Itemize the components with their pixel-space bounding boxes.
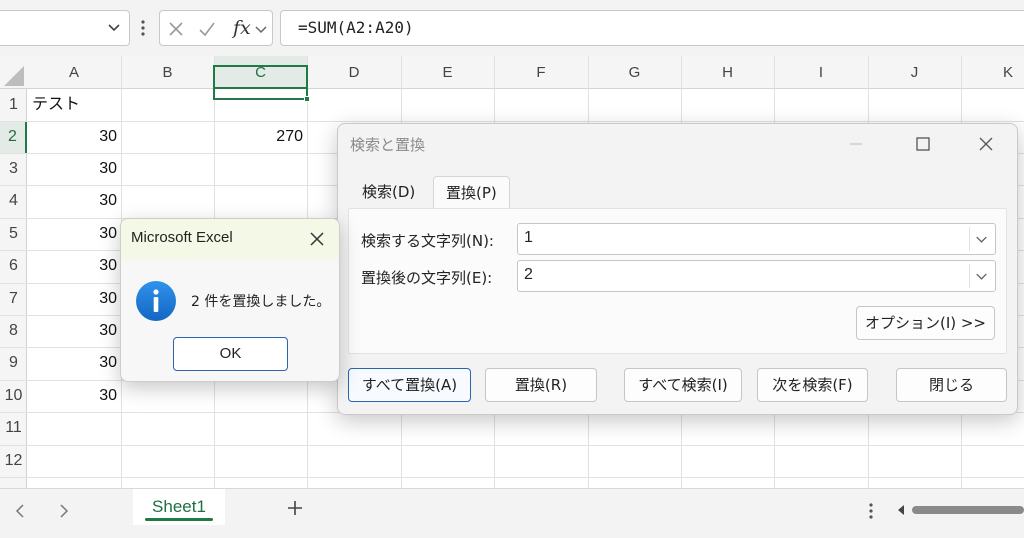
- replace-panel: 検索する文字列(N): 1 置換後の文字列(E): 2 オプション(I) >>: [348, 208, 1007, 354]
- chevron-down-icon[interactable]: [107, 20, 121, 34]
- column-header-a[interactable]: A: [27, 56, 121, 89]
- info-icon: [136, 281, 176, 321]
- replace-with-combobox[interactable]: 2: [517, 260, 996, 292]
- cell-a7[interactable]: 30: [28, 283, 121, 315]
- cell-a4[interactable]: 30: [28, 185, 121, 217]
- row-header-9[interactable]: 9: [0, 347, 27, 379]
- formula-actions: fx: [159, 10, 273, 46]
- cell-a6[interactable]: 30: [28, 250, 121, 282]
- replace-with-value: 2: [524, 266, 533, 283]
- tab-find[interactable]: 検索(D): [350, 176, 427, 208]
- message-text: 2 件を置換しました。: [191, 294, 331, 310]
- find-replace-dialog: 検索と置換 検索(D) 置換(P) 検索する文字列(N): 1 置換後の文字列(…: [337, 123, 1018, 415]
- maximize-icon[interactable]: [909, 130, 937, 158]
- replace-with-label: 置換後の文字列(E):: [361, 269, 493, 287]
- select-all-corner[interactable]: [0, 56, 27, 89]
- row-header-5[interactable]: 5: [0, 218, 27, 250]
- cancel-x-icon[interactable]: [167, 20, 185, 38]
- replace-all-button[interactable]: すべて置換(A): [348, 368, 471, 402]
- column-header-d[interactable]: D: [307, 56, 401, 89]
- scrollbar-thumb[interactable]: [912, 506, 1024, 514]
- row-header-1[interactable]: 1: [0, 89, 27, 121]
- sheet-tab-bar: Sheet1: [0, 488, 1024, 538]
- column-header-g[interactable]: G: [588, 56, 681, 89]
- gridline: [0, 121, 1024, 122]
- find-next-button[interactable]: 次を検索(F): [757, 368, 868, 402]
- message-box-title: Microsoft Excel: [131, 229, 233, 246]
- chevron-right-icon[interactable]: [54, 501, 74, 521]
- scroll-left-icon[interactable]: [896, 504, 906, 516]
- find-what-label: 検索する文字列(N):: [361, 232, 494, 250]
- column-header-k[interactable]: K: [961, 56, 1024, 89]
- close-icon[interactable]: [972, 130, 1000, 158]
- cell-a9[interactable]: 30: [28, 347, 121, 379]
- row-header-7[interactable]: 7: [0, 283, 27, 315]
- row-header-11[interactable]: 11: [0, 412, 27, 444]
- more-vertical-icon[interactable]: [138, 18, 148, 38]
- formula-input[interactable]: =SUM(A2:A20): [280, 10, 1024, 46]
- minimize-icon[interactable]: [842, 130, 870, 158]
- sheet-tab-label: Sheet1: [152, 497, 206, 516]
- cell-a5[interactable]: 30: [28, 218, 121, 250]
- gridline: [0, 477, 1024, 478]
- active-cell-outline: [213, 65, 308, 100]
- gridline: [0, 445, 1024, 446]
- column-header-i[interactable]: I: [774, 56, 868, 89]
- column-header-b[interactable]: B: [121, 56, 214, 89]
- replace-button[interactable]: 置換(R): [485, 368, 597, 402]
- column-header-j[interactable]: J: [868, 56, 961, 89]
- insert-function-icon[interactable]: fx: [233, 17, 251, 39]
- row-header-10[interactable]: 10: [0, 380, 27, 412]
- chevron-left-icon[interactable]: [10, 501, 30, 521]
- cell-a3[interactable]: 30: [28, 153, 121, 185]
- row-header-3[interactable]: 3: [0, 153, 27, 185]
- tab-replace[interactable]: 置換(P): [433, 176, 510, 210]
- fill-handle[interactable]: [304, 96, 310, 102]
- chevron-down-icon[interactable]: [254, 20, 268, 38]
- cell-a1[interactable]: テスト: [28, 89, 121, 121]
- add-sheet-icon[interactable]: [284, 497, 306, 519]
- row-header-12[interactable]: 12: [0, 445, 27, 477]
- find-what-combobox[interactable]: 1: [517, 223, 996, 255]
- formula-bar-area: fx =SUM(A2:A20): [0, 0, 1024, 56]
- ok-button[interactable]: OK: [173, 337, 288, 371]
- active-tab-underline: [145, 518, 213, 521]
- find-what-value: 1: [524, 229, 533, 246]
- chevron-down-icon[interactable]: [969, 227, 993, 251]
- more-vertical-icon[interactable]: [866, 501, 876, 521]
- column-header-e[interactable]: E: [401, 56, 494, 89]
- dialog-title: 検索と置換: [350, 136, 426, 154]
- chevron-down-icon[interactable]: [969, 264, 993, 288]
- cell-a10[interactable]: 30: [28, 380, 121, 412]
- close-icon[interactable]: [307, 229, 327, 249]
- message-box: Microsoft Excel 2 件を置換しました。 OK: [120, 218, 340, 382]
- options-button[interactable]: オプション(I) >>: [856, 306, 995, 340]
- close-button[interactable]: 閉じる: [896, 368, 1007, 402]
- row-header-6[interactable]: 6: [0, 250, 27, 282]
- row-header-8[interactable]: 8: [0, 315, 27, 347]
- enter-check-icon[interactable]: [198, 20, 216, 38]
- sheet-tab-active[interactable]: Sheet1: [133, 489, 225, 525]
- column-header-h[interactable]: H: [681, 56, 774, 89]
- row-header-2[interactable]: 2: [0, 121, 27, 153]
- horizontal-scrollbar[interactable]: [894, 503, 1024, 517]
- row-header-4[interactable]: 4: [0, 185, 27, 217]
- cell-a8[interactable]: 30: [28, 315, 121, 347]
- cell-c2[interactable]: 270: [215, 121, 307, 153]
- find-all-button[interactable]: すべて検索(I): [624, 368, 742, 402]
- column-header-f[interactable]: F: [494, 56, 588, 89]
- cell-a2[interactable]: 30: [28, 121, 121, 153]
- name-box[interactable]: [0, 10, 130, 46]
